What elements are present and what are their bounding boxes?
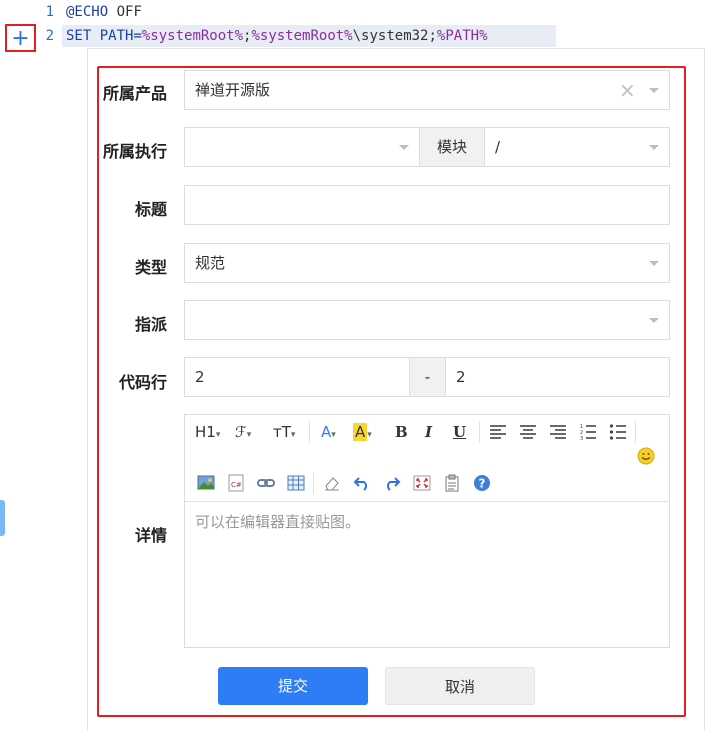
plus-icon: + bbox=[11, 25, 30, 51]
code-variable: %systemRoot% bbox=[251, 28, 353, 44]
code-variable: %PATH% bbox=[436, 28, 488, 44]
code-line-2: 2 SET PATH=%systemRoot%;%systemRoot%\sys… bbox=[0, 25, 560, 47]
line-number: 1 bbox=[45, 4, 54, 20]
code-variable: %systemRoot% bbox=[141, 28, 244, 44]
code-text: \system32; bbox=[352, 28, 437, 44]
code-keyword: @ECHO bbox=[66, 4, 109, 20]
add-review-button[interactable]: + bbox=[5, 24, 36, 52]
code-text: PATH= bbox=[91, 28, 142, 44]
code-keyword: SET bbox=[66, 28, 92, 44]
line-number: 2 bbox=[45, 28, 54, 44]
code-text: OFF bbox=[108, 4, 142, 20]
form-highlight-box bbox=[97, 66, 686, 717]
scroll-indicator bbox=[0, 500, 5, 536]
